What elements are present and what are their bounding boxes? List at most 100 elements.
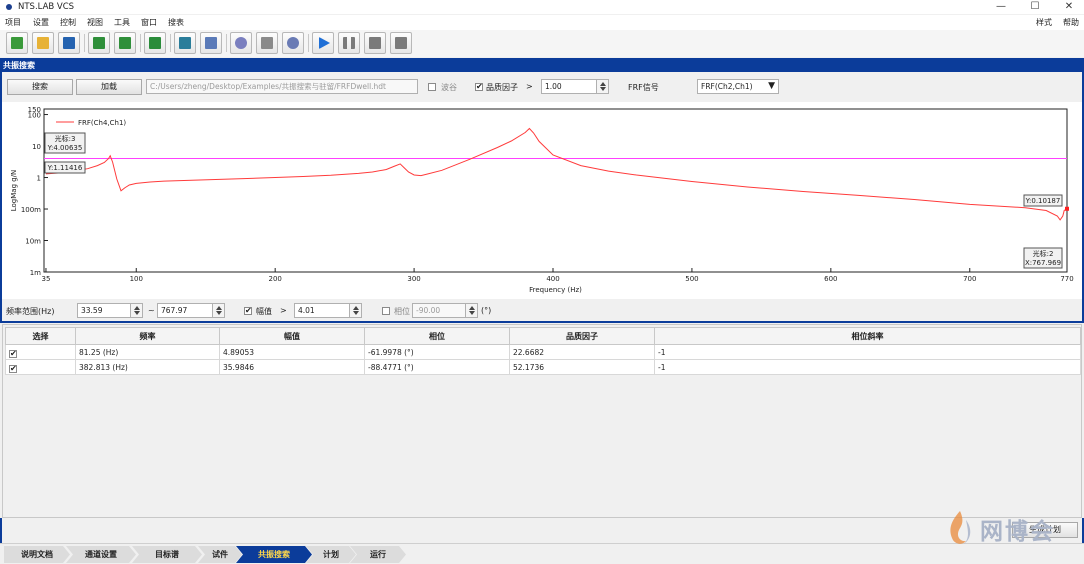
range-sep: ~ <box>148 306 155 315</box>
x-tick-label: 200 <box>268 275 281 283</box>
report-toolbar-button[interactable] <box>200 32 222 54</box>
col-phase[interactable]: 相位 <box>364 327 510 345</box>
wave-valley-checkbox[interactable] <box>428 83 436 91</box>
play-toolbar-button[interactable] <box>312 32 334 54</box>
file-path-field[interactable]: C:/Users/zheng/Desktop/Examples/共振搜索与驻留/… <box>146 79 418 94</box>
col-select[interactable]: 选择 <box>5 327 76 345</box>
open-folder-toolbar-button[interactable] <box>32 32 54 54</box>
menu-control[interactable]: 控制 <box>60 17 76 28</box>
quality-factor-checkbox[interactable]: ✔ <box>475 83 483 91</box>
freq-min-spinner[interactable] <box>131 303 143 318</box>
menu-help[interactable]: 帮助 <box>1063 17 1079 28</box>
tab-target-spectrum[interactable]: 目标谱 <box>132 546 202 563</box>
menu-window[interactable]: 窗口 <box>141 17 157 28</box>
app-logo-icon <box>6 4 12 10</box>
eraser-toolbar-button[interactable] <box>256 32 278 54</box>
cell-phase: -88.4771 (°) <box>364 359 510 375</box>
freq-max-spinner[interactable] <box>213 303 225 318</box>
frf-signal-select[interactable]: FRF(Ch2,Ch1) ▼ <box>697 79 779 94</box>
cell-phase-slope: -1 <box>654 344 1081 360</box>
quality-factor-input[interactable]: 1.00 <box>541 79 597 94</box>
cell-amplitude: 4.89053 <box>219 344 365 360</box>
y-tick-label: 1 <box>37 175 41 183</box>
cursor3-box-text: Y:4.00635 <box>47 144 83 152</box>
y-tick-label: 1m <box>30 269 41 277</box>
phase-spinner[interactable] <box>466 303 478 318</box>
pause-toolbar-button[interactable] <box>338 32 360 54</box>
x-tick-label: 400 <box>546 275 559 283</box>
stop-toolbar-button[interactable] <box>364 32 386 54</box>
quality-spinner[interactable] <box>597 79 609 94</box>
menu-settings[interactable]: 设置 <box>33 17 49 28</box>
flame-icon <box>950 511 971 544</box>
col-frequency[interactable]: 频率 <box>75 327 220 345</box>
export-toolbar-button[interactable] <box>144 32 166 54</box>
cell-frequency: 81.25 (Hz) <box>75 344 220 360</box>
eraser-icon <box>261 37 273 49</box>
cell-quality: 52.1736 <box>509 359 655 375</box>
tab-readme[interactable]: 说明文档 <box>4 546 70 563</box>
menu-project[interactable]: 项目 <box>5 17 21 28</box>
row-checkbox[interactable]: ✔ <box>5 359 76 375</box>
amplitude-checkbox[interactable]: ✔ <box>244 307 252 315</box>
save-toolbar-button[interactable] <box>58 32 80 54</box>
maximize-button[interactable]: ☐ <box>1020 0 1050 14</box>
freq-min-input[interactable]: 33.59 <box>77 303 131 318</box>
chart-toolbar-button[interactable] <box>174 32 196 54</box>
report-icon <box>205 37 217 49</box>
y-tick-label: 150 <box>28 106 41 114</box>
frf-chart[interactable]: 1m10m100m11010015035 100 200 300 400 500 600 70… <box>2 102 1082 299</box>
phase-checkbox[interactable] <box>382 307 390 315</box>
toolbar-separator <box>308 34 309 52</box>
close-button[interactable]: ✕ <box>1054 0 1084 14</box>
cell-amplitude: 35.9846 <box>219 359 365 375</box>
toolbar-separator <box>84 34 85 52</box>
legend-label: FRF(Ch4,Ch1) <box>78 119 126 127</box>
panel-title: 共振搜索 <box>3 61 35 70</box>
amplitude-spinner[interactable] <box>350 303 362 318</box>
minimize-button[interactable]: — <box>986 0 1016 14</box>
load-button[interactable]: 加载 <box>76 79 142 95</box>
tab-plan[interactable]: 计划 <box>306 546 356 563</box>
download-green2-toolbar-button[interactable] <box>114 32 136 54</box>
quality-factor-label: 品质因子 <box>486 83 518 92</box>
new-doc-toolbar-button[interactable] <box>6 32 28 54</box>
section-divider <box>0 321 1084 323</box>
search-button[interactable]: 搜索 <box>7 79 73 95</box>
freq-max-input[interactable]: 767.97 <box>157 303 213 318</box>
col-amplitude[interactable]: 幅值 <box>219 327 365 345</box>
range-controls: 频率范围(Hz) 33.59 ~ 767.97 ✔ 幅值 > 4.01 相位 -… <box>0 299 1084 321</box>
menu-search-table[interactable]: 搜表 <box>168 17 184 28</box>
amplitude-input[interactable]: 4.01 <box>294 303 350 318</box>
stop-icon <box>369 37 381 49</box>
tab-specimen[interactable]: 试件 <box>198 546 242 563</box>
gear-icon <box>287 37 299 49</box>
x-axis-label: Frequency (Hz) <box>529 286 582 294</box>
menu-style[interactable]: 样式 <box>1036 17 1052 28</box>
menu-view[interactable]: 视图 <box>87 17 103 28</box>
tab-run[interactable]: 运行 <box>350 546 406 563</box>
gear-toolbar-button[interactable] <box>282 32 304 54</box>
cursor1-box-text: Y:1.11416 <box>47 164 83 172</box>
download-green-toolbar-button[interactable] <box>88 32 110 54</box>
chevron-down-icon: ▼ <box>768 81 775 91</box>
x-tick-label: 500 <box>685 275 698 283</box>
cursor3-box-text: 光标:3 <box>55 134 76 143</box>
pause-icon <box>343 37 355 49</box>
table-row[interactable]: ✔ 382.813 (Hz) 35.9846 -88.4771 (°) 52.1… <box>5 359 1081 375</box>
col-quality[interactable]: 品质因子 <box>509 327 655 345</box>
cursor2-box-text: 光标:2 <box>1033 249 1054 258</box>
menu-tools[interactable]: 工具 <box>114 17 130 28</box>
disk-gray-toolbar-button[interactable] <box>390 32 412 54</box>
y-tick-label: 10m <box>25 238 41 246</box>
tab-channel-setup[interactable]: 通道设置 <box>66 546 136 563</box>
plot-area <box>43 108 1068 273</box>
row-checkbox[interactable]: ✔ <box>5 344 76 360</box>
phase-input[interactable]: -90.00 <box>412 303 466 318</box>
database-toolbar-button[interactable] <box>230 32 252 54</box>
tab-resonance-search[interactable]: 共振搜索 <box>236 546 312 563</box>
open-folder-icon <box>37 37 49 49</box>
table-row[interactable]: ✔ 81.25 (Hz) 4.89053 -61.9978 (°) 22.668… <box>5 344 1081 360</box>
col-phase-slope[interactable]: 相位斜率 <box>654 327 1081 345</box>
cell-quality: 22.6682 <box>509 344 655 360</box>
